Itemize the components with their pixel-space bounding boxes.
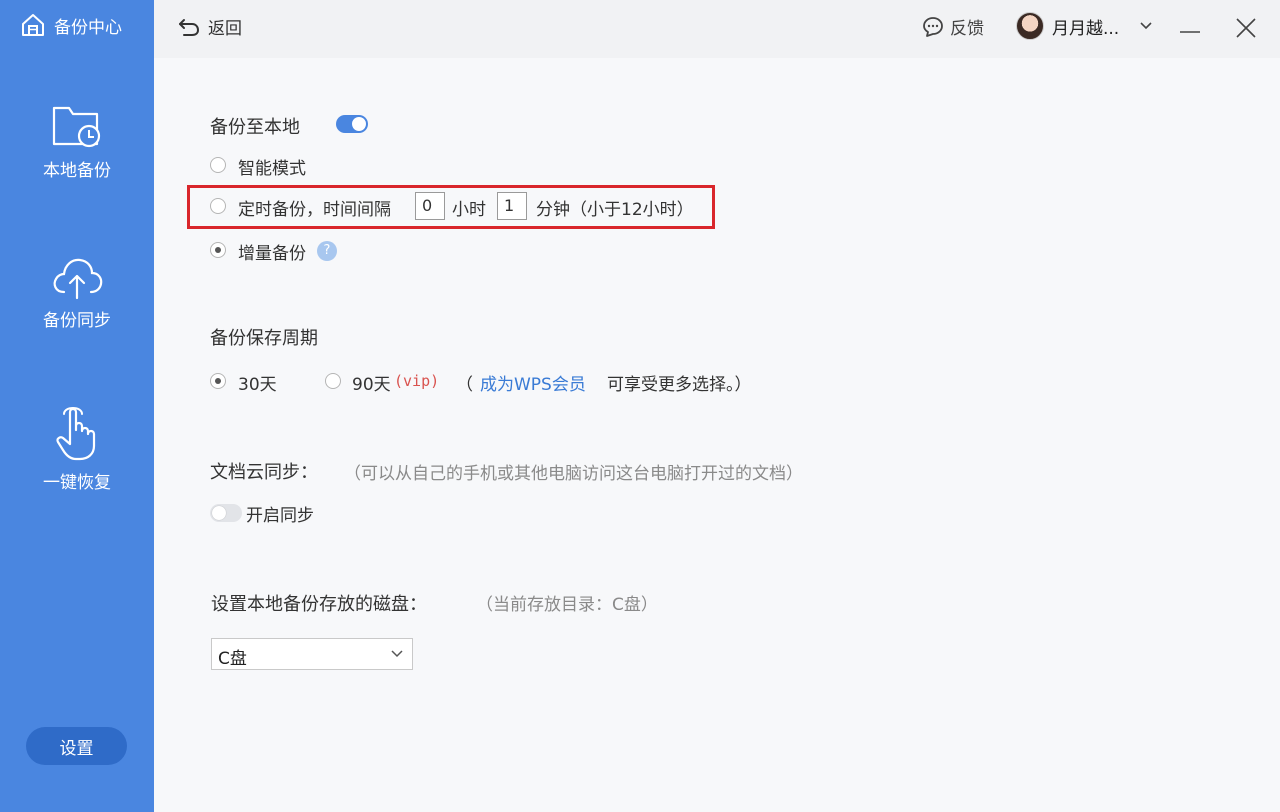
radio-90-days[interactable] bbox=[325, 373, 341, 389]
minimize-icon[interactable] bbox=[1176, 14, 1204, 42]
vip-tag: (vip) bbox=[394, 372, 440, 390]
radio-timed-backup[interactable] bbox=[210, 198, 226, 214]
timed-backup-label: 定时备份，时间间隔 bbox=[238, 200, 391, 220]
undo-arrow-icon bbox=[179, 18, 200, 36]
minutes-unit: 分钟（小于12小时） bbox=[536, 200, 694, 220]
cloud-sync-desc: （可以从自己的手机或其他电脑访问这台电脑打开过的文档） bbox=[344, 464, 803, 484]
radio-incremental-backup[interactable] bbox=[210, 242, 226, 258]
sidebar-item-one-click-restore[interactable]: 一键恢复 bbox=[0, 404, 154, 493]
feedback-button[interactable]: 反馈 bbox=[922, 14, 984, 39]
cloud-sync-toggle[interactable] bbox=[210, 504, 242, 522]
main-content: 备份至本地 智能模式 定时备份，时间间隔 0 小时 1 分钟（小于12小时） 增… bbox=[154, 58, 1280, 812]
disk-title: 设置本地备份存放的磁盘： bbox=[211, 594, 427, 615]
feedback-label: 反馈 bbox=[950, 19, 984, 39]
brand-title: 备份中心 bbox=[54, 17, 122, 38]
cloud-upload-icon bbox=[53, 258, 103, 300]
retention-title: 备份保存周期 bbox=[210, 328, 318, 349]
minutes-input[interactable]: 1 bbox=[497, 192, 527, 220]
hand-pointer-icon bbox=[56, 407, 96, 461]
backup-local-title: 备份至本地 bbox=[210, 117, 300, 138]
hours-input[interactable]: 0 bbox=[415, 192, 445, 220]
cloud-sync-toggle-label: 开启同步 bbox=[246, 506, 314, 526]
backup-local-toggle[interactable] bbox=[336, 115, 368, 133]
become-member-link[interactable]: 成为WPS会员 bbox=[480, 370, 586, 395]
chevron-down-icon bbox=[391, 650, 403, 658]
sidebar-item-label: 一键恢复 bbox=[43, 473, 111, 493]
chat-bubble-icon bbox=[923, 16, 943, 37]
disk-current: （当前存放目录：C盘） bbox=[476, 595, 658, 615]
home-icon bbox=[22, 14, 44, 36]
incremental-label: 增量备份 bbox=[238, 244, 306, 264]
smart-mode-label: 智能模式 bbox=[238, 159, 306, 179]
chevron-down-icon bbox=[1140, 22, 1152, 30]
avatar bbox=[1016, 12, 1044, 40]
user-name: 月月越... bbox=[1052, 18, 1120, 39]
disk-select[interactable]: C盘 bbox=[211, 638, 413, 670]
retention-90-label: 90天 bbox=[352, 375, 391, 395]
note-rest: 可享受更多选择。） bbox=[607, 375, 752, 395]
folder-clock-icon bbox=[52, 106, 101, 148]
sidebar-item-backup-sync[interactable]: 备份同步 bbox=[0, 254, 154, 331]
user-menu[interactable]: 月月越... bbox=[1016, 12, 1159, 40]
back-label: 返回 bbox=[208, 19, 242, 39]
sidebar-item-label: 本地备份 bbox=[43, 161, 111, 181]
hours-unit: 小时 bbox=[452, 200, 486, 220]
sidebar-item-label: 备份同步 bbox=[43, 311, 111, 331]
settings-button[interactable]: 设置 bbox=[26, 727, 127, 765]
cloud-sync-title: 文档云同步： bbox=[210, 462, 318, 483]
sidebar-item-local-backup[interactable]: 本地备份 bbox=[0, 100, 154, 181]
retention-30-label: 30天 bbox=[238, 375, 277, 395]
sidebar: 备份中心 本地备份 备份同步 一键恢复 设置 bbox=[0, 0, 154, 812]
radio-smart-mode[interactable] bbox=[210, 157, 226, 173]
help-icon[interactable]: ? bbox=[317, 241, 337, 261]
back-button[interactable]: 返回 bbox=[178, 14, 242, 39]
brand: 备份中心 bbox=[20, 12, 122, 38]
note-open: （ bbox=[456, 375, 473, 395]
disk-select-value: C盘 bbox=[218, 649, 247, 669]
close-icon[interactable] bbox=[1232, 14, 1260, 42]
top-bar: 返回 反馈 月月越... bbox=[154, 0, 1280, 58]
radio-30-days[interactable] bbox=[210, 373, 226, 389]
